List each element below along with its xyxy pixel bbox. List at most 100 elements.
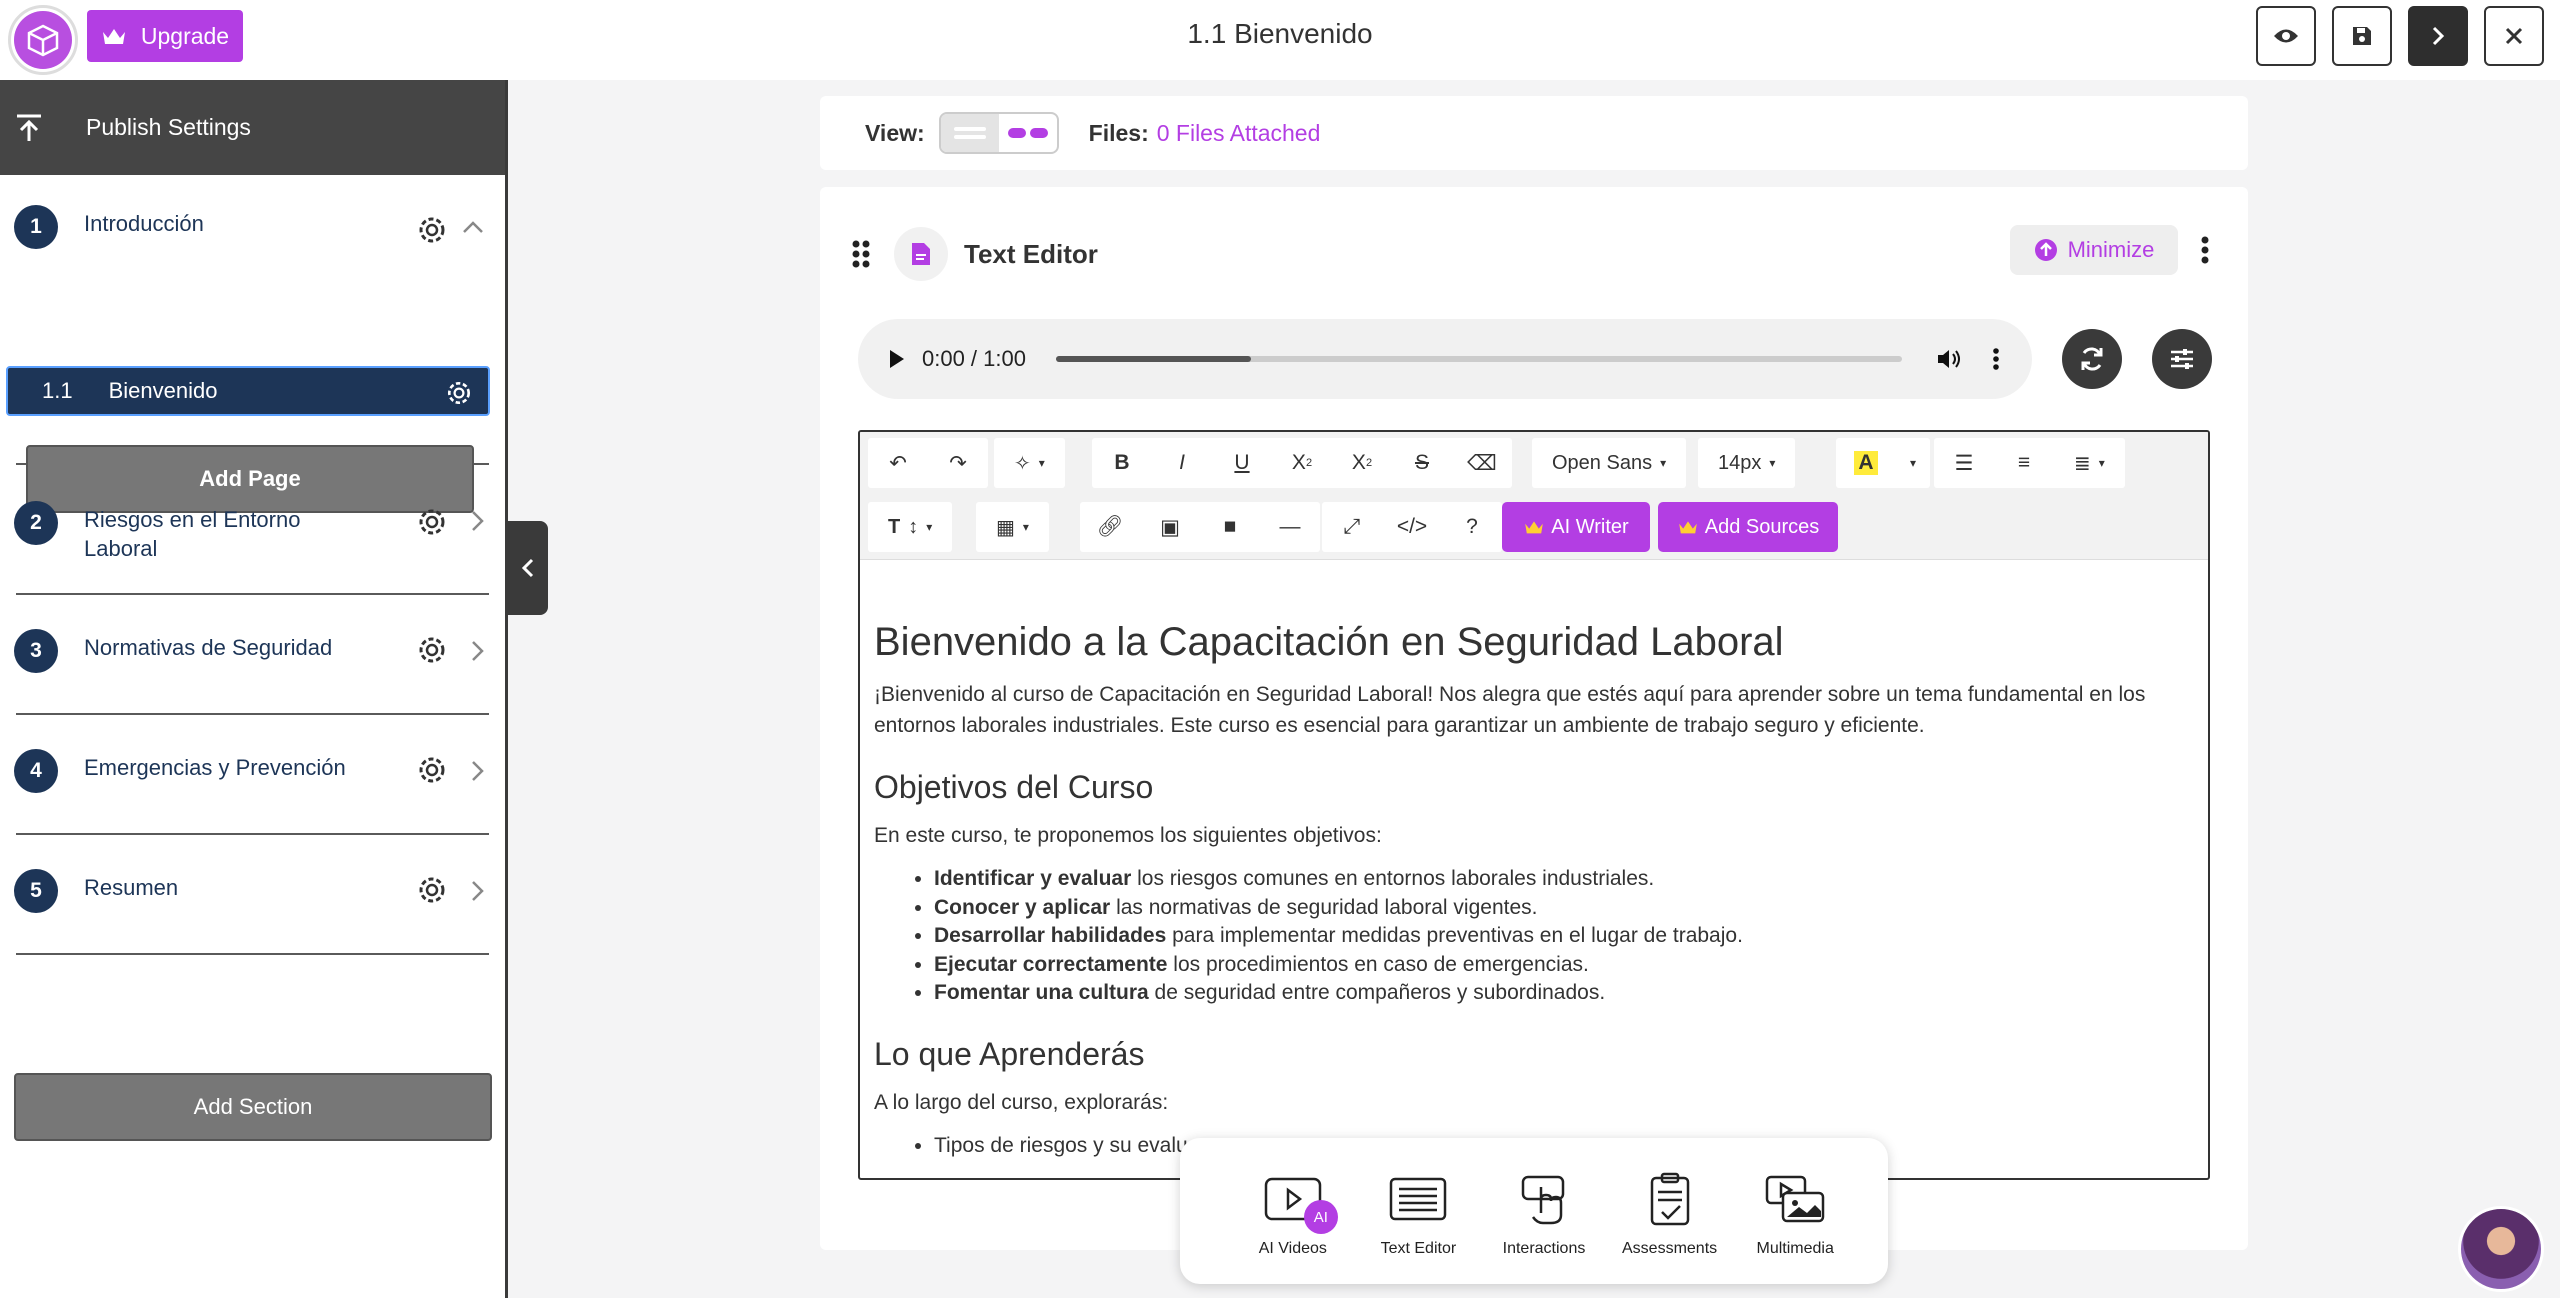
chevron-right-icon[interactable] [469, 509, 485, 538]
add-sources-button[interactable]: Add Sources [1658, 502, 1838, 552]
text-document-icon [1390, 1177, 1447, 1221]
bullet-list-icon[interactable]: ☰ [1934, 438, 1994, 488]
crown-icon [1678, 521, 1697, 534]
gear-icon[interactable] [415, 213, 449, 252]
text-color-icon[interactable]: A [1836, 438, 1896, 488]
files-attached-link[interactable]: 0 Files Attached [1157, 120, 1321, 147]
underline-icon[interactable]: U [1212, 438, 1272, 488]
section-title: Normativas de Seguridad [84, 635, 333, 660]
section-number: 3 [14, 629, 58, 673]
dock-text-editor[interactable]: Text Editor [1356, 1170, 1482, 1258]
content-heading: Bienvenido a la Capacitación en Segurida… [874, 620, 1784, 664]
audio-progress-bar[interactable] [1055, 356, 1902, 362]
assistant-avatar[interactable] [2458, 1206, 2544, 1292]
gear-icon[interactable] [415, 873, 449, 912]
table-icon[interactable]: ▦ ▾ [976, 502, 1049, 552]
horizontal-rule-icon[interactable]: — [1260, 502, 1320, 552]
add-section-button[interactable]: Add Section [14, 1073, 492, 1141]
chevron-right-icon[interactable] [469, 759, 485, 788]
close-icon [2505, 27, 2523, 45]
dock-label: Multimedia [1756, 1240, 1834, 1257]
chevron-up-icon[interactable] [461, 219, 485, 240]
redo-icon[interactable]: ↷ [928, 438, 988, 488]
page-item-bienvenido[interactable]: 1.1 Bienvenido [6, 366, 490, 416]
list-view-option[interactable] [940, 114, 999, 152]
gear-icon[interactable] [415, 505, 449, 544]
crown-icon [1525, 521, 1544, 534]
undo-icon[interactable]: ↶ [868, 438, 928, 488]
section-number: 5 [14, 869, 58, 913]
document-icon [894, 227, 948, 281]
ai-writer-button[interactable]: AI Writer [1502, 502, 1650, 552]
list-item: Conocer y aplicar las normativas de segu… [934, 894, 2194, 923]
chevron-right-icon[interactable] [469, 879, 485, 908]
dock-ai-videos[interactable]: AI AI Videos [1230, 1170, 1356, 1258]
close-button[interactable] [2484, 6, 2544, 66]
upgrade-button[interactable]: Upgrade [87, 10, 243, 62]
video-icon[interactable]: ■ [1200, 502, 1260, 552]
gear-icon[interactable] [415, 633, 449, 672]
grid-view-option[interactable] [999, 114, 1057, 152]
superscript-icon[interactable]: X2 [1272, 438, 1332, 488]
gear-icon[interactable] [415, 753, 449, 792]
numbered-list-icon[interactable]: ≡ [1994, 438, 2054, 488]
dock-label: Text Editor [1380, 1240, 1457, 1257]
italic-icon[interactable]: I [1152, 438, 1212, 488]
drag-handle-icon[interactable] [852, 240, 870, 268]
collapse-sidebar-button[interactable] [508, 521, 548, 615]
play-icon[interactable] [888, 348, 906, 370]
crown-icon [102, 29, 125, 44]
save-icon [2353, 27, 2371, 45]
section-number: 4 [14, 749, 58, 793]
help-icon[interactable]: ? [1442, 502, 1502, 552]
ai-badge: AI [1303, 1200, 1338, 1234]
bold-icon[interactable]: B [1092, 438, 1152, 488]
minimize-button[interactable]: Minimize [2010, 225, 2178, 275]
subscript-icon[interactable]: X2 [1332, 438, 1392, 488]
list-view-icon [953, 127, 986, 139]
font-size-select[interactable]: 14px ▾ [1698, 438, 1795, 488]
editor-content[interactable]: Bienvenido a la Capacitación en Segurida… [860, 560, 2208, 1160]
text-style-icon[interactable]: T ↕ ▾ [868, 502, 952, 552]
dock-interactions[interactable]: Interactions [1481, 1170, 1607, 1258]
dock-multimedia[interactable]: Multimedia [1732, 1170, 1858, 1258]
section-title: Resumen [84, 875, 179, 900]
publish-settings-label: Publish Settings [86, 114, 251, 140]
font-family-select[interactable]: Open Sans ▾ [1532, 438, 1686, 488]
add-sources-label: Add Sources [1704, 515, 1820, 538]
refresh-icon [2081, 347, 2103, 371]
more-options-icon[interactable] [1992, 347, 2000, 371]
preview-button[interactable] [2256, 6, 2316, 66]
chevron-right-icon[interactable] [469, 639, 485, 668]
fullscreen-icon[interactable]: ⤢ [1322, 502, 1382, 552]
eraser-icon[interactable]: ⌫ [1452, 438, 1512, 488]
list-item: Identificar y evaluar los riesgos comune… [934, 865, 2194, 894]
touch-icon [1521, 1175, 1565, 1225]
code-view-icon[interactable]: </> [1382, 502, 1442, 552]
strikethrough-icon[interactable]: S [1392, 438, 1452, 488]
upgrade-label: Upgrade [140, 22, 230, 49]
view-toggle[interactable] [938, 112, 1059, 154]
next-button[interactable] [2408, 6, 2468, 66]
files-label: Files: [1088, 119, 1149, 146]
align-icon[interactable]: ≣ ▾ [2054, 438, 2125, 488]
audio-progress-fill [1055, 356, 1251, 362]
more-options-icon[interactable] [2200, 235, 2210, 270]
course-sidebar: Publish Settings 1 Introducción 1.1 Bien… [0, 80, 508, 1298]
publish-settings[interactable]: Publish Settings [0, 80, 505, 175]
volume-icon[interactable] [1936, 347, 1962, 371]
magic-wand-icon[interactable]: ✧ ▾ [994, 438, 1065, 488]
chevron-down-icon[interactable]: ▾ [1896, 438, 1930, 488]
audio-settings-button[interactable] [2152, 329, 2212, 389]
top-bar: Upgrade 1.1 Bienvenido [0, 0, 2560, 80]
image-icon[interactable]: ▣ [1140, 502, 1200, 552]
save-button[interactable] [2332, 6, 2392, 66]
cube-icon [14, 11, 72, 69]
dock-assessments[interactable]: Assessments [1607, 1170, 1733, 1258]
app-logo[interactable] [8, 5, 78, 75]
gear-icon[interactable] [444, 378, 474, 414]
minimize-label: Minimize [2067, 237, 2155, 262]
chevron-left-icon [521, 558, 534, 578]
link-icon[interactable]: 🔗︎ [1080, 502, 1140, 552]
regenerate-audio-button[interactable] [2062, 329, 2122, 389]
